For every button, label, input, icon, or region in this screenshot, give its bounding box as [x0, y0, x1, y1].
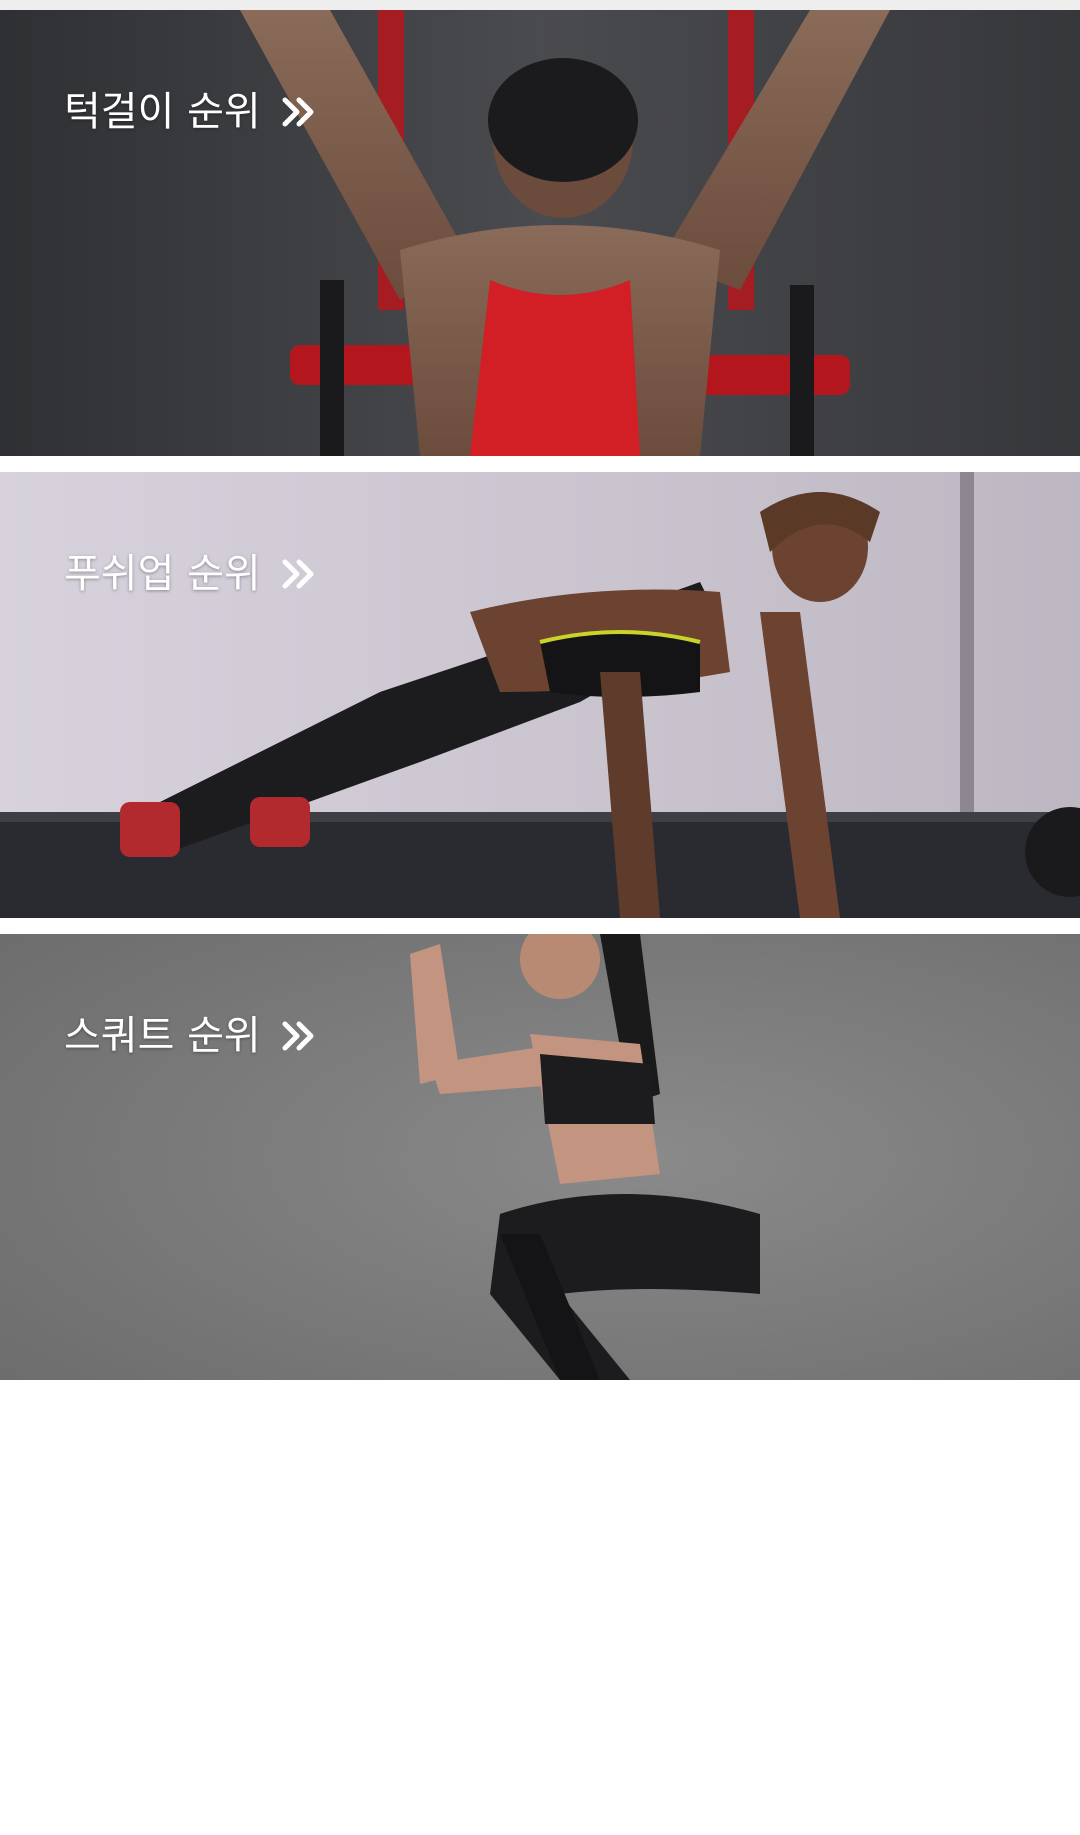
- squat-ranking-banner[interactable]: 스쿼트 순위: [0, 934, 1080, 1380]
- pushup-ranking-title[interactable]: 푸쉬업 순위: [64, 550, 319, 598]
- pushup-ranking-banner[interactable]: 푸쉬업 순위: [0, 472, 1080, 918]
- double-chevron-right-icon: [282, 1021, 314, 1051]
- push-up-photo: [0, 472, 1080, 918]
- pullup-ranking-banner[interactable]: 턱걸이 순위: [0, 10, 1080, 456]
- double-chevron-right-icon: [282, 97, 314, 127]
- pull-up-photo: [0, 10, 1080, 456]
- squat-photo: [0, 934, 1080, 1380]
- top-status-strip: [0, 0, 1080, 10]
- squat-ranking-label: 스쿼트 순위: [64, 1013, 261, 1059]
- double-chevron-right-icon: [282, 559, 314, 589]
- squat-ranking-title[interactable]: 스쿼트 순위: [64, 1012, 319, 1060]
- pullup-ranking-label: 턱걸이 순위: [64, 89, 261, 135]
- pushup-ranking-label: 푸쉬업 순위: [64, 551, 261, 597]
- pullup-ranking-title[interactable]: 턱걸이 순위: [64, 88, 319, 136]
